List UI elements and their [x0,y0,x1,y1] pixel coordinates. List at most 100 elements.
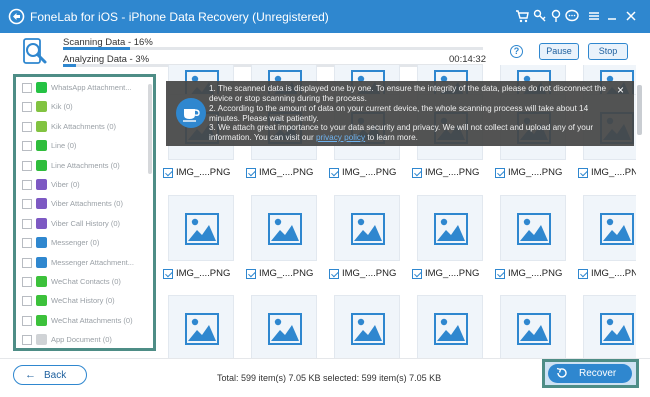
sidebar-checkbox[interactable] [22,277,32,287]
scan-notice-banner: 1. The scanned data is displayed one by … [166,81,634,146]
sidebar-item[interactable]: WeChat Contacts (0) [20,273,150,291]
image-filename: IMG_....PNG [591,268,636,279]
kik-icon [36,101,47,113]
sidebar-item-label: Messenger (0) [51,238,100,248]
pause-button[interactable]: Pause [539,43,579,60]
image-filename: IMG_....PNG [259,268,314,279]
sidebar-item-label: Viber (0) [51,180,80,189]
sidebar-checkbox[interactable] [22,102,32,113]
sidebar-item-label: WeChat Contacts (0) [51,277,121,286]
messenger-icon [36,237,47,249]
image-thumbnail[interactable] [251,295,317,361]
sidebar-item[interactable]: Line Attachments (0) [20,157,150,175]
sidebar-checkbox[interactable] [22,180,32,190]
image-checkbox[interactable] [329,269,339,279]
privacy-policy-link[interactable]: privacy policy [316,133,365,142]
line-icon [36,140,47,152]
sidebar-item-label: Line Attachments (0) [51,160,120,170]
recover-button[interactable]: Recover [548,364,632,383]
menu-icon[interactable] [587,9,601,23]
image-placeholder-icon [351,313,385,345]
sidebar-item[interactable]: Kik (0) [20,98,150,116]
sidebar-item[interactable]: Viber (0) [20,176,150,194]
image-filename: IMG_....PNG [591,167,636,178]
sidebar-item[interactable]: Viber Attachments (0) [20,195,150,213]
image-thumbnail[interactable] [334,195,400,261]
sidebar-checkbox[interactable] [22,296,32,307]
coffee-cup-icon [176,98,206,128]
sidebar-checkbox[interactable] [22,199,32,210]
sidebar-checkbox[interactable] [22,315,32,326]
image-checkbox[interactable] [246,269,256,279]
sidebar-item-label: WeChat History (0) [51,296,115,306]
grid-scrollbar[interactable] [637,85,642,135]
back-button[interactable]: ← Back [13,365,87,385]
sidebar-item[interactable]: WhatsApp Attachment... [20,79,150,97]
cart-icon[interactable] [515,9,529,23]
image-checkbox[interactable] [495,269,505,279]
sidebar-checkbox[interactable] [22,218,32,229]
close-icon[interactable] [624,9,638,23]
image-checkbox[interactable] [578,168,588,178]
image-checkbox[interactable] [163,168,173,178]
image-thumbnail[interactable] [251,195,317,261]
image-thumbnail[interactable] [500,295,566,361]
image-thumbnail[interactable] [500,195,566,261]
sidebar-checkbox[interactable] [22,141,32,152]
image-checkbox[interactable] [412,269,422,279]
selection-totals: Total: 599 item(s) 7.05 KB selected: 599… [217,373,442,383]
sidebar-item[interactable]: Kik Attachments (0) [20,118,150,136]
image-thumbnail[interactable] [583,295,636,361]
image-thumbnail[interactable] [168,195,234,261]
recover-label: Recover [579,368,617,379]
image-checkbox[interactable] [163,269,173,279]
sidebar-scrollbar[interactable] [148,84,152,174]
sidebar-checkbox[interactable] [22,160,32,171]
image-filename: IMG_....PNG [425,268,480,279]
wechat-icon [36,314,47,326]
help-icon[interactable]: ? [510,45,523,58]
sidebar-checkbox[interactable] [22,238,32,249]
notice-line: minutes. Please wait patiently. [209,114,319,123]
sidebar-item[interactable]: App Document (0) [20,331,150,348]
image-thumbnail[interactable] [417,295,483,361]
window-title: FoneLab for iOS - iPhone Data Recovery (… [30,10,329,24]
sidebar-item[interactable]: Messenger Attachment... [20,254,150,272]
minimize-icon[interactable] [605,9,619,23]
recover-icon [556,367,567,378]
sidebar-item[interactable]: WeChat Attachments (0) [20,312,150,330]
sidebar-checkbox[interactable] [22,257,32,268]
image-thumbnail[interactable] [334,295,400,361]
sidebar-item-label: Line (0) [51,141,77,151]
back-arrow-icon: ← [25,369,36,381]
image-thumbnail[interactable] [168,295,234,361]
sidebar-item[interactable]: Viber Call History (0) [20,215,150,233]
image-checkbox[interactable] [412,168,422,178]
notice-close-icon[interactable]: × [617,83,624,97]
sidebar-checkbox[interactable] [22,121,32,132]
scanning-progress-bar [63,47,483,50]
chat-icon[interactable] [565,9,579,23]
sidebar-item[interactable]: WeChat History (0) [20,292,150,310]
image-filename: IMG_....PNG [176,167,231,178]
sidebar-item-label: WeChat Attachments (0) [51,315,133,325]
image-checkbox[interactable] [495,168,505,178]
image-checkbox[interactable] [329,168,339,178]
pin-icon[interactable] [549,9,563,23]
image-thumbnail[interactable] [417,195,483,261]
sidebar-item[interactable]: Line (0) [20,137,150,155]
sidebar-item[interactable]: Messenger (0) [20,234,150,252]
image-filename: IMG_....PNG [508,167,563,178]
key-icon[interactable] [533,9,547,23]
image-checkbox[interactable] [246,168,256,178]
stop-button[interactable]: Stop [588,43,628,60]
messenger-icon [36,256,47,268]
sidebar-item-label: Kik (0) [51,102,73,112]
analyzing-progress-fill [63,64,76,67]
sidebar-checkbox[interactable] [22,83,32,93]
sidebar-item-label: Kik Attachments (0) [51,121,117,131]
wechat-icon [36,276,47,287]
image-thumbnail[interactable] [583,195,636,261]
image-checkbox[interactable] [578,269,588,279]
sidebar-checkbox[interactable] [22,335,32,346]
